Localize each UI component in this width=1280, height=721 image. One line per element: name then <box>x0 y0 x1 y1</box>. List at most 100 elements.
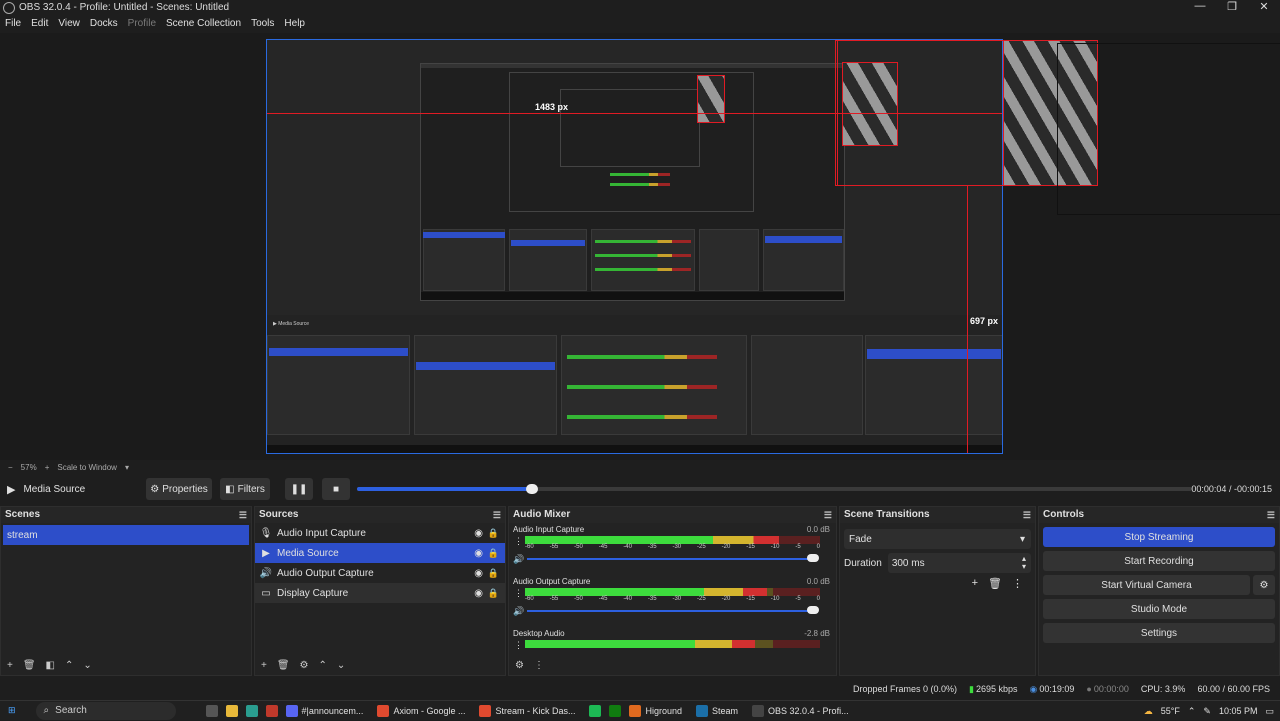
speaker-icon[interactable]: 🔊 <box>513 606 524 617</box>
menu-scene-collection[interactable]: Scene Collection <box>161 16 246 32</box>
scene-item[interactable]: stream <box>3 525 249 545</box>
source-item[interactable]: 🔊 Audio Output Capture ◉ 🔒 <box>255 563 505 583</box>
spotify-icon[interactable] <box>589 704 602 717</box>
properties-button[interactable]: ⚙ Properties <box>146 478 212 500</box>
lock-icon[interactable]: 🔒 <box>488 548 499 559</box>
gear-icon[interactable]: ⚙ <box>1253 575 1275 595</box>
dock-menu-icon[interactable]: ☰ <box>1267 507 1275 523</box>
menu-view[interactable]: View <box>53 16 85 32</box>
zoom-in-button[interactable]: + <box>45 463 50 472</box>
properties-label: Properties <box>162 483 208 495</box>
eye-icon[interactable]: ◉ <box>474 568 483 579</box>
start-recording-button[interactable]: Start Recording <box>1043 551 1275 571</box>
stop-button[interactable]: ■ <box>322 478 350 500</box>
lock-icon[interactable]: 🔒 <box>488 588 499 599</box>
play-icon[interactable]: ▶ <box>7 483 15 496</box>
meter-tick-label: -10 <box>770 544 780 550</box>
studio-mode-button[interactable]: Studio Mode <box>1043 599 1275 619</box>
trash-icon[interactable]: 🗑 <box>277 660 290 671</box>
gear-icon[interactable]: ⚙ <box>515 660 524 671</box>
gear-icon[interactable]: ⚙ <box>300 660 309 671</box>
source-item[interactable]: 🎙 Audio Input Capture ◉ 🔒 <box>255 523 505 543</box>
dock-menu-icon[interactable]: ☰ <box>239 507 247 523</box>
speaker-icon[interactable]: 🔊 <box>513 554 524 565</box>
meter-tick-label: -40 <box>623 596 632 602</box>
scale-mode-select[interactable]: Scale to Window <box>57 463 117 472</box>
windows-start-icon[interactable]: ⊞ <box>8 705 16 716</box>
fader-handle[interactable] <box>807 554 819 562</box>
chevron-down-icon[interactable]: ⌄ <box>337 660 345 671</box>
notification-icon[interactable]: ▭ <box>1265 706 1274 717</box>
task-view-icon[interactable] <box>205 704 218 717</box>
menu-help[interactable]: Help <box>279 16 310 32</box>
taskbar-item[interactable]: #|announcem... <box>282 704 363 717</box>
zoom-out-button[interactable]: − <box>8 463 13 472</box>
channel-menu-icon[interactable]: ⋮ <box>514 588 523 599</box>
menu-tools[interactable]: Tools <box>246 16 279 32</box>
edge-icon[interactable] <box>245 704 258 717</box>
meter-tick-label: -55 <box>549 596 559 602</box>
filter-icon[interactable]: ◧ <box>46 660 55 671</box>
brave-icon[interactable] <box>265 704 278 717</box>
taskbar-item[interactable]: Steam <box>692 704 739 717</box>
preview-area[interactable]: ▶ Media Source 1483 px 697 px <box>0 33 1280 460</box>
pause-button[interactable]: ❚❚ <box>285 478 313 500</box>
menu-docks[interactable]: Docks <box>85 16 123 32</box>
preview-canvas[interactable]: ▶ Media Source 1483 px 697 px <box>266 39 1003 454</box>
minimize-button[interactable]: — <box>1184 0 1216 13</box>
taskbar-item[interactable]: Higround <box>625 704 682 717</box>
taskbar-item[interactable]: Axiom - Google ... <box>373 704 465 717</box>
menu-edit[interactable]: Edit <box>26 16 53 32</box>
add-icon[interactable]: + <box>261 660 267 671</box>
trash-icon[interactable]: 🗑 <box>988 577 1002 590</box>
eye-icon[interactable]: ◉ <box>474 548 483 559</box>
fader-handle[interactable] <box>807 606 819 614</box>
spin-arrows-icon[interactable]: ▴ ▾ <box>1022 555 1026 571</box>
taskbar-item[interactable]: OBS 32.0.4 - Profi... <box>748 704 849 717</box>
menu-file[interactable]: File <box>0 16 26 32</box>
taskbar-search[interactable]: ⌕ Search <box>35 701 176 720</box>
trash-icon[interactable]: 🗑 <box>23 660 36 671</box>
filters-button[interactable]: ◧ Filters <box>220 478 270 500</box>
pen-icon[interactable]: ✎ <box>1203 706 1211 717</box>
menu-profile[interactable]: Profile <box>123 16 161 32</box>
chevron-up-icon[interactable]: ⌃ <box>319 660 327 671</box>
file-explorer-icon[interactable] <box>225 704 238 717</box>
lock-icon[interactable]: 🔒 <box>488 528 499 539</box>
dock-menu-icon[interactable]: ☰ <box>824 507 832 523</box>
dock-menu-icon[interactable]: ☰ <box>493 507 501 523</box>
add-icon[interactable]: + <box>972 577 978 590</box>
dock-menu-icon[interactable]: ☰ <box>1023 507 1031 523</box>
settings-button[interactable]: Settings <box>1043 623 1275 643</box>
signal-icon: ▮ <box>969 683 974 694</box>
menu-dots-icon[interactable]: ⋮ <box>534 660 544 671</box>
xbox-icon[interactable] <box>609 704 622 717</box>
chevron-up-icon[interactable]: ⌃ <box>1188 706 1196 717</box>
stop-streaming-button[interactable]: Stop Streaming <box>1043 527 1275 547</box>
channel-menu-icon[interactable]: ⋮ <box>514 640 523 651</box>
source-item[interactable]: ▶ Media Source ◉ 🔒 <box>255 543 505 563</box>
eye-icon[interactable]: ◉ <box>474 528 483 539</box>
duration-spinbox[interactable]: 300 ms ▴ ▾ <box>887 553 1031 573</box>
taskbar-item[interactable]: Stream - Kick Das... <box>475 704 575 717</box>
volume-fader[interactable] <box>527 558 817 560</box>
chevron-down-icon[interactable]: ▾ <box>125 463 129 472</box>
add-icon[interactable]: + <box>7 660 13 671</box>
close-button[interactable]: ✕ <box>1248 0 1280 13</box>
transition-select[interactable]: Fade ▾ <box>844 529 1031 549</box>
chevron-down-icon[interactable]: ⌄ <box>83 660 91 671</box>
volume-fader[interactable] <box>527 610 817 612</box>
start-virtual-camera-button[interactable]: Start Virtual Camera <box>1043 575 1250 595</box>
chevron-up-icon[interactable]: ⌃ <box>65 660 73 671</box>
duration-value: 300 ms <box>891 557 925 569</box>
meter-tick-label: -60 <box>525 596 534 602</box>
lock-icon[interactable]: 🔒 <box>488 568 499 579</box>
restore-button[interactable]: ❐ <box>1216 0 1248 13</box>
eye-icon[interactable]: ◉ <box>474 588 483 599</box>
channel-menu-icon[interactable]: ⋮ <box>514 536 523 547</box>
seek-handle[interactable] <box>526 484 539 494</box>
source-item[interactable]: ▭ Display Capture ◉ 🔒 <box>255 583 505 603</box>
media-seek-slider[interactable] <box>357 484 1192 494</box>
menu-dots-icon[interactable]: ⋮ <box>1012 577 1023 590</box>
taskbar-item-label: Steam <box>712 705 739 716</box>
